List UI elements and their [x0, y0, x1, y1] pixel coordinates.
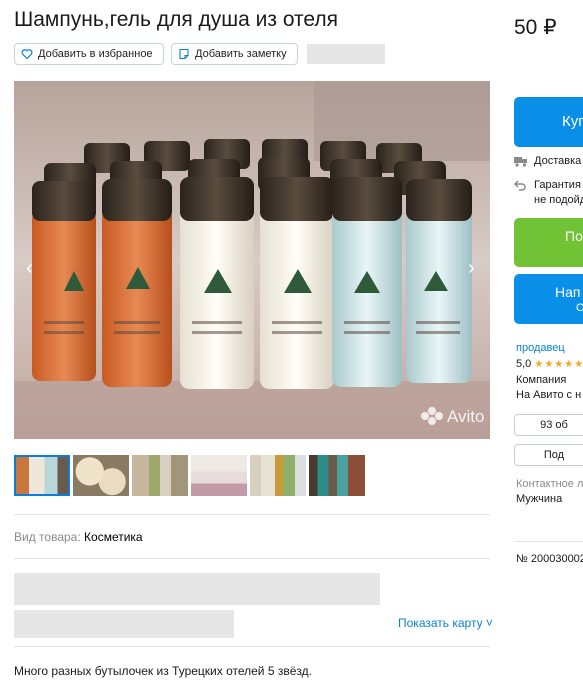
buy-button[interactable]: Куп [514, 97, 583, 147]
subscribe-button[interactable]: Под [514, 444, 583, 466]
seller-rating: 5,0 ★★★★★ [516, 358, 583, 370]
listing-title: Шампунь,гель для душа из отеля [14, 8, 339, 31]
divider [14, 558, 490, 559]
thumbnail[interactable] [309, 455, 365, 496]
heart-icon [21, 49, 33, 60]
truck-icon [514, 157, 527, 167]
show-map-link[interactable]: Показать карту ˅ [398, 616, 493, 630]
star-rating-icon: ★★★★★ [534, 359, 583, 370]
add-favorite-button[interactable]: Добавить в избранное [14, 43, 164, 65]
write-message-sub: О [576, 302, 583, 314]
write-message-button[interactable]: Нап О [514, 274, 583, 324]
add-favorite-label: Добавить в избранное [38, 48, 153, 60]
chevron-down-icon: ˅ [482, 616, 493, 630]
divider [14, 514, 490, 515]
seller-listings-button[interactable]: 93 об [514, 414, 583, 436]
listing-price: 50 ₽ [514, 16, 557, 39]
main-photo[interactable]: Avito [14, 81, 490, 439]
description: Много разных бутылочек из Турецких отеле… [14, 664, 312, 678]
thumbnail-strip [14, 455, 365, 496]
blurred-address [14, 573, 380, 605]
bottles-photo: Avito [14, 81, 490, 439]
guarantee-line2: не подойд [534, 194, 583, 206]
listing-number: № 200030002 [516, 553, 583, 565]
listings-count-label: 93 об [540, 419, 568, 431]
return-icon [514, 180, 526, 191]
thumbnail[interactable] [14, 455, 70, 496]
photo-next-arrow[interactable]: › [468, 258, 475, 278]
thumbnail[interactable] [132, 455, 188, 496]
add-note-label: Добавить заметку [195, 48, 287, 60]
property-value: Косметика [84, 530, 143, 544]
buy-label: Куп [562, 113, 583, 130]
show-map-label: Показать карту [398, 616, 483, 630]
photo-prev-arrow[interactable]: ‹ [26, 258, 33, 278]
delivery-label: Доставка [534, 155, 582, 167]
seller-type: Компания [516, 374, 567, 386]
blurred-address [14, 610, 234, 638]
seller-link[interactable]: продавец [516, 342, 565, 354]
show-phone-button[interactable]: По [514, 218, 583, 267]
contact-value: Мужчина [516, 493, 563, 505]
note-icon [179, 48, 189, 60]
write-message-label: Нап [555, 284, 581, 300]
watermark: Avito [447, 407, 485, 426]
property-row: Вид товара: Косметика [14, 530, 143, 544]
add-note-button[interactable]: Добавить заметку [171, 43, 298, 65]
thumbnail[interactable] [191, 455, 247, 496]
guarantee-line1: Гарантия [534, 179, 581, 191]
thumbnail[interactable] [73, 455, 129, 496]
rating-value: 5,0 [516, 358, 532, 370]
divider [514, 541, 583, 542]
subscribe-label: Под [543, 449, 565, 461]
blurred-stats [307, 44, 385, 64]
on-avito-since: На Авито с н [516, 389, 582, 401]
property-key: Вид товара: [14, 530, 81, 544]
thumbnail[interactable] [250, 455, 306, 496]
contact-label: Контактное л [516, 478, 583, 490]
divider [14, 646, 490, 647]
show-phone-label: По [565, 228, 583, 244]
